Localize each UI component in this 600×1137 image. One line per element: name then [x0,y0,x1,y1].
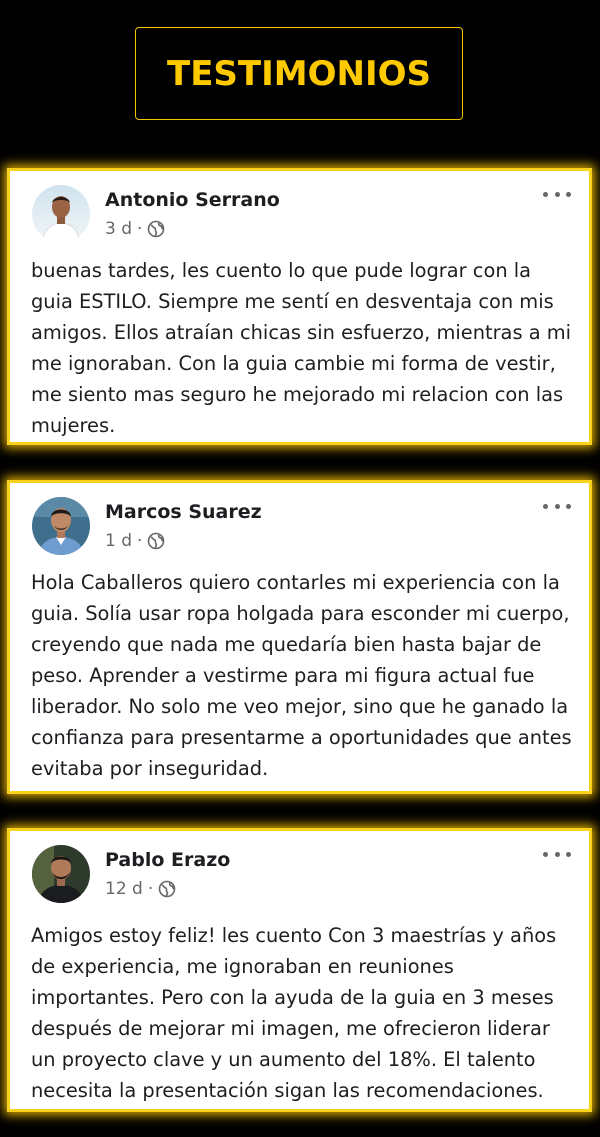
avatar[interactable] [32,185,90,243]
more-options-icon[interactable] [543,189,571,199]
post-text: Hola Caballeros quiero contarles mi expe… [31,571,572,780]
post-meta: 1 d · [105,531,165,551]
meta-separator: · [137,219,143,239]
testimonial-card: Antonio Serrano 3 d · buenas tardes, les… [7,168,592,445]
author-name[interactable]: Marcos Suarez [105,501,262,523]
post-meta: 3 d · [105,219,165,239]
avatar[interactable] [32,845,90,903]
post-time[interactable]: 3 d [105,219,132,239]
meta-separator: · [137,531,143,551]
globe-icon [147,532,165,550]
testimonial-card: Pablo Erazo 12 d · Amigos estoy feliz! l… [7,828,592,1112]
avatar[interactable] [32,497,90,555]
page-title: TESTIMONIOS [167,53,431,94]
post-text: buenas tardes, les cuento lo que pude lo… [31,259,572,437]
testimonial-card: Marcos Suarez 1 d · Hola Caballeros quie… [7,480,592,794]
post-time[interactable]: 1 d [105,531,132,551]
post-time[interactable]: 12 d [105,879,143,899]
post-text: Amigos estoy feliz! les cuento Con 3 mae… [31,924,557,1102]
post-meta: 12 d · [105,879,176,899]
more-options-icon[interactable] [543,849,571,859]
meta-separator: · [147,879,154,899]
globe-icon [147,220,165,238]
author-name[interactable]: Pablo Erazo [105,849,230,871]
more-options-icon[interactable] [543,501,571,511]
author-name[interactable]: Antonio Serrano [105,189,280,211]
title-banner: TESTIMONIOS [135,27,463,120]
globe-icon [158,880,176,898]
